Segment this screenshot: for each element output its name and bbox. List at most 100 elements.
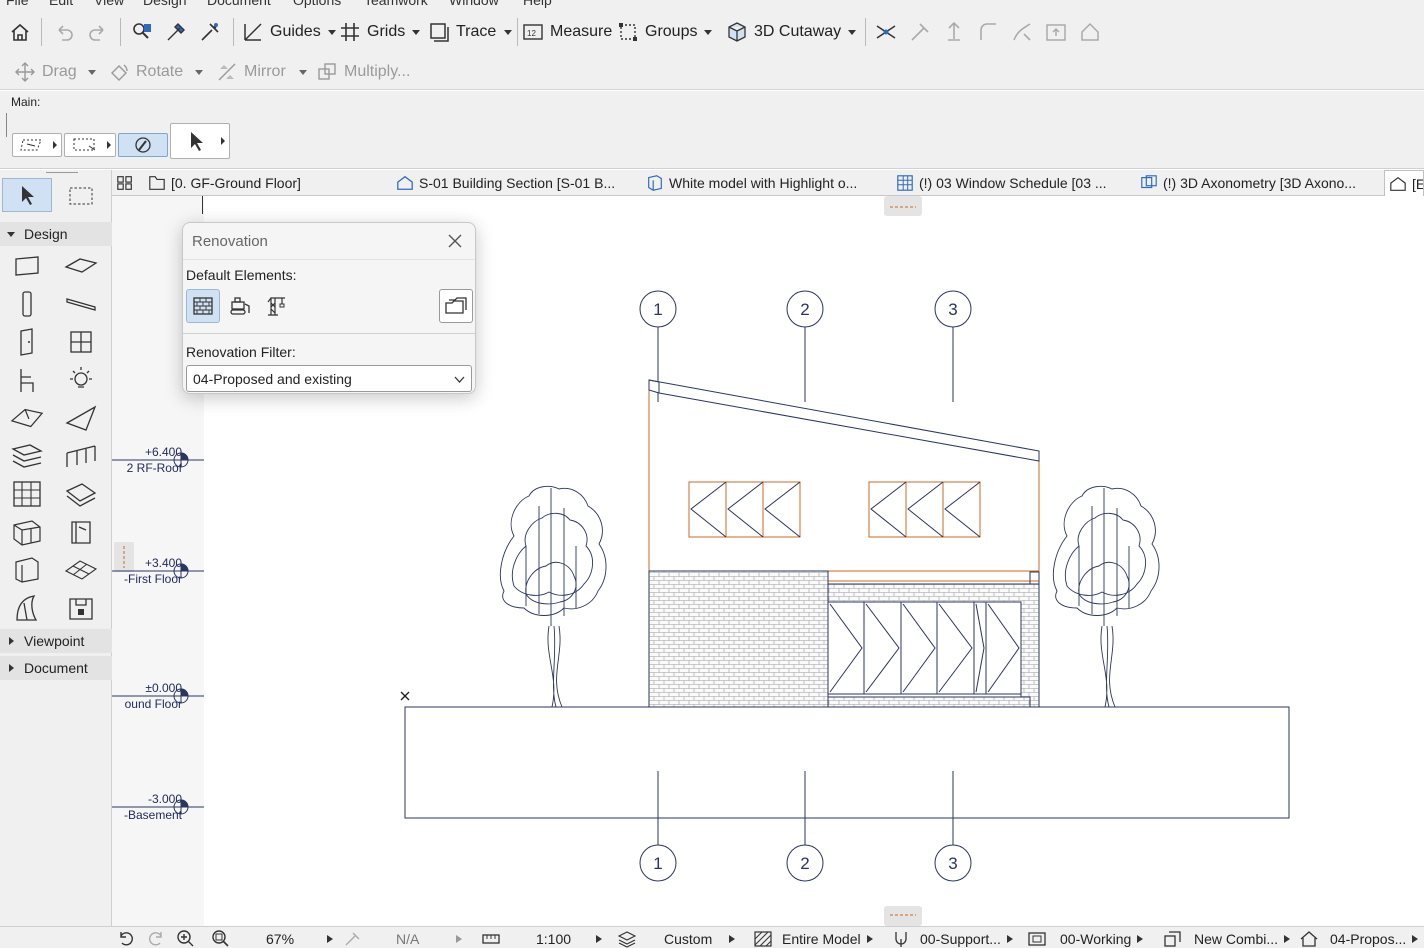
pen-set-control[interactable]: Custom	[618, 930, 736, 948]
3d-cutaway-button[interactable]: 3D Cutaway	[726, 16, 841, 48]
home-icon[interactable]	[6, 18, 34, 46]
zoom-level-control[interactable]: 67%	[266, 930, 334, 948]
tab-white-model[interactable]: White model with Highlight o...	[646, 170, 886, 196]
orientation-control[interactable]: N/A	[344, 930, 463, 948]
split-icon[interactable]	[1008, 18, 1036, 46]
shell-tool[interactable]	[64, 402, 98, 434]
menubar: File Edit View Design Document Options T…	[0, 0, 1424, 10]
menu-design[interactable]: Design	[143, 0, 187, 8]
menu-teamwork[interactable]: Teamwork	[364, 0, 428, 8]
marquee-tool[interactable]	[64, 180, 98, 212]
door-tool[interactable]	[10, 326, 44, 358]
renovation-settings-button[interactable]	[439, 289, 473, 323]
curtain-wall-tool[interactable]	[10, 478, 44, 510]
intersect-icon[interactable]	[872, 18, 900, 46]
document-section-header[interactable]: Document	[0, 656, 112, 680]
zoom-redo-icon[interactable]	[146, 929, 166, 947]
model-view-control[interactable]: Entire Model	[754, 930, 874, 948]
triangle-right-icon	[1284, 935, 1291, 943]
zone-tool[interactable]	[10, 516, 44, 548]
layer-combination-control[interactable]: 00-Support...	[892, 930, 1014, 948]
close-icon[interactable]	[447, 233, 463, 249]
roof-icon	[10, 408, 44, 428]
graphic-override-control[interactable]: New Combi...	[1164, 930, 1291, 948]
existing-element-button[interactable]	[186, 289, 220, 323]
elevate-icon[interactable]	[940, 18, 968, 46]
design-section-header[interactable]: Design	[0, 222, 112, 246]
opening-tool[interactable]	[64, 592, 98, 624]
arrow-tool[interactable]	[2, 178, 52, 212]
multiply-button[interactable]: Multiply...	[316, 56, 410, 88]
rotate-dropdown[interactable]	[185, 58, 213, 86]
menu-help[interactable]: Help	[523, 0, 552, 8]
offset-icon[interactable]	[1042, 18, 1070, 46]
fit-in-window-icon[interactable]	[210, 929, 232, 947]
guides-button[interactable]: Guides	[242, 16, 337, 48]
find-select-icon[interactable]	[128, 18, 156, 46]
menu-file[interactable]: File	[6, 0, 29, 8]
selection-method-rectangle[interactable]	[64, 133, 116, 157]
menu-document[interactable]: Document	[207, 0, 271, 8]
menu-edit[interactable]: Edit	[49, 0, 73, 8]
tab-label: [0. GF-Ground Floor]	[171, 175, 301, 191]
resize-icon[interactable]	[1076, 18, 1104, 46]
grids-button[interactable]: Grids	[339, 16, 421, 48]
viewpoint-section-header[interactable]: Viewpoint	[0, 629, 112, 653]
object-library-tool[interactable]	[64, 516, 98, 548]
demolish-element-button[interactable]	[223, 289, 257, 323]
mesh-tool[interactable]	[64, 478, 98, 510]
arrow-tool-selector[interactable]	[170, 123, 230, 159]
beam-tool[interactable]	[64, 288, 98, 320]
mirror-button[interactable]: Mirror	[216, 56, 286, 88]
window-tool[interactable]	[64, 326, 98, 358]
tab-elevation-active[interactable]: [E	[1384, 170, 1424, 196]
selection-method-polygon[interactable]	[12, 133, 62, 157]
tab-window-schedule[interactable]: (!) 03 Window Schedule [03 ...	[896, 170, 1136, 196]
undo-icon[interactable]	[50, 18, 78, 46]
pick-up-parameters-icon[interactable]	[162, 18, 190, 46]
new-element-button[interactable]	[260, 289, 294, 323]
fillet-icon[interactable]	[974, 18, 1002, 46]
groups-button[interactable]: Groups	[617, 16, 713, 48]
renovation-filter-status[interactable]: 04-Propos...	[1300, 930, 1419, 948]
default-elements-label: Default Elements:	[186, 267, 297, 283]
scale-control[interactable]: 1:100	[482, 930, 603, 948]
trace-button[interactable]: Trace	[428, 16, 496, 48]
zoom-undo-icon[interactable]	[116, 929, 136, 947]
rotate-button[interactable]: Rotate	[108, 56, 183, 88]
measure-button[interactable]: 12 Measure	[522, 16, 612, 48]
dimension-control[interactable]: 00-Working	[1028, 930, 1144, 948]
roof-tool[interactable]	[10, 402, 44, 434]
grid-bubble-label: 1	[653, 854, 662, 873]
menu-window[interactable]: Window	[449, 0, 499, 8]
railing-tool[interactable]	[64, 440, 98, 472]
column-tool[interactable]	[10, 288, 44, 320]
menu-options[interactable]: Options	[293, 0, 341, 8]
adjust-icon[interactable]	[906, 18, 934, 46]
object-tool[interactable]	[10, 364, 44, 396]
drag-dropdown[interactable]	[78, 58, 106, 86]
mirror-dropdown[interactable]	[289, 58, 317, 86]
skylight-tool[interactable]	[10, 554, 44, 586]
renovation-filter-select[interactable]: 04-Proposed and existing	[186, 365, 472, 392]
inject-parameters-icon[interactable]	[196, 18, 224, 46]
morph-tool[interactable]	[64, 554, 98, 586]
tab-building-section[interactable]: S-01 Building Section [S-01 B...	[396, 170, 636, 196]
shell-surface-tool[interactable]	[10, 592, 44, 624]
slab-tool[interactable]	[64, 250, 98, 282]
stair-tool[interactable]	[10, 440, 44, 472]
tab-overview[interactable]	[116, 170, 142, 196]
wall-tool[interactable]	[10, 250, 44, 282]
zoom-in-icon[interactable]	[176, 929, 196, 947]
lamp-tool[interactable]	[64, 364, 98, 396]
magic-wand-toggle[interactable]	[118, 133, 168, 157]
tab-3d-axonometry[interactable]: (!) 3D Axonometry [3D Axono...	[1140, 170, 1384, 196]
tab-floor-plan[interactable]: [0. GF-Ground Floor]	[148, 170, 388, 196]
edit-toolbar: Drag Rotate Mirror Multiply...	[0, 54, 1424, 90]
redo-icon[interactable]	[84, 18, 112, 46]
drag-button[interactable]: Drag	[14, 56, 77, 88]
guides-label: Guides	[270, 23, 321, 40]
menu-view[interactable]: View	[94, 0, 124, 8]
grid-bubble-label: 3	[948, 300, 957, 319]
cutaway-dropdown[interactable]	[838, 18, 866, 46]
